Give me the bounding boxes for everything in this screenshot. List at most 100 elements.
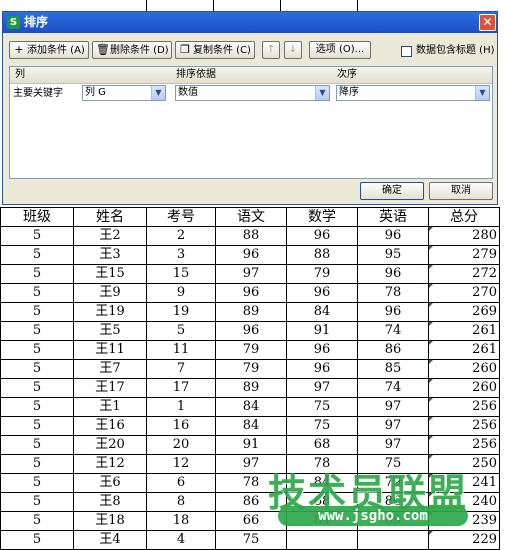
table-cell[interactable]: 96	[357, 226, 429, 246]
table-cell[interactable]: 97	[286, 378, 358, 398]
table-cell[interactable]: 240	[428, 492, 500, 512]
table-cell[interactable]: 96	[215, 321, 287, 341]
table-cell[interactable]: 256	[428, 435, 500, 455]
table-cell[interactable]: 89	[215, 302, 287, 322]
table-cell[interactable]: 11	[146, 340, 216, 360]
table-cell[interactable]: 5	[0, 397, 74, 417]
table-cell[interactable]: 74	[357, 321, 429, 341]
table-cell[interactable]: 王7	[73, 359, 147, 379]
table-cell[interactable]: 68	[286, 492, 358, 512]
cancel-button[interactable]: 取消	[429, 182, 493, 200]
table-cell[interactable]: 4	[146, 530, 216, 550]
table-cell[interactable]: 261	[428, 321, 500, 341]
table-cell[interactable]: 269	[428, 302, 500, 322]
table-cell[interactable]: 91	[286, 321, 358, 341]
table-cell[interactable]: 89	[215, 378, 287, 398]
table-cell[interactable]: 78	[357, 283, 429, 303]
table-cell[interactable]: 5	[0, 321, 74, 341]
table-cell[interactable]: 89	[357, 511, 429, 531]
table-cell[interactable]: 3	[146, 245, 216, 265]
table-cell[interactable]: 6	[146, 473, 216, 493]
table-cell[interactable]: 王12	[73, 454, 147, 474]
table-cell[interactable]: 王8	[73, 492, 147, 512]
table-cell[interactable]: 239	[428, 511, 500, 531]
table-cell[interactable]: 王19	[73, 302, 147, 322]
table-cell[interactable]: 5	[0, 359, 74, 379]
table-cell[interactable]: 5	[0, 473, 74, 493]
table-cell[interactable]: 250	[428, 454, 500, 474]
move-up-button[interactable]: ↑	[262, 41, 280, 59]
table-cell[interactable]: 279	[428, 245, 500, 265]
table-cell[interactable]: 1	[146, 397, 216, 417]
table-cell[interactable]: 280	[428, 226, 500, 246]
table-cell[interactable]: 15	[146, 264, 216, 284]
column-header-cell[interactable]: 姓名	[73, 207, 147, 227]
table-cell[interactable]: 96	[357, 264, 429, 284]
table-cell[interactable]: 79	[357, 473, 429, 493]
delete-condition-button[interactable]: 🗑删除条件 (D)	[92, 41, 172, 59]
table-cell[interactable]: 5	[0, 454, 74, 474]
table-cell[interactable]: 王6	[73, 473, 147, 493]
table-cell[interactable]: 5	[0, 435, 74, 455]
table-cell[interactable]: 84	[215, 397, 287, 417]
table-cell[interactable]: 260	[428, 378, 500, 398]
table-cell[interactable]: 84	[215, 416, 287, 436]
table-cell[interactable]: 17	[146, 378, 216, 398]
table-cell[interactable]: 20	[146, 435, 216, 455]
table-cell[interactable]: 王11	[73, 340, 147, 360]
table-cell[interactable]: 王20	[73, 435, 147, 455]
table-cell[interactable]: 75	[286, 397, 358, 417]
table-cell[interactable]: 88	[215, 226, 287, 246]
table-cell[interactable]: 19	[146, 302, 216, 322]
options-button[interactable]: 选项 (O)...	[309, 41, 371, 59]
table-cell[interactable]: 97	[215, 264, 287, 284]
table-cell[interactable]: 王3	[73, 245, 147, 265]
table-cell[interactable]: 78	[215, 473, 287, 493]
table-cell[interactable]: 5	[0, 530, 74, 550]
close-button[interactable]: ✕	[479, 14, 496, 31]
title-bar[interactable]: S 排序 ✕	[3, 12, 497, 33]
table-cell[interactable]: 272	[428, 264, 500, 284]
add-condition-button[interactable]: + 添加条件 (A)	[9, 41, 89, 59]
order-select[interactable]: 降序 ▼	[336, 85, 490, 101]
table-cell[interactable]: 王2	[73, 226, 147, 246]
table-cell[interactable]: 78	[286, 454, 358, 474]
table-cell[interactable]: 256	[428, 397, 500, 417]
table-cell[interactable]: 12	[146, 454, 216, 474]
table-cell[interactable]: 270	[428, 283, 500, 303]
column-header-cell[interactable]: 考号	[146, 207, 216, 227]
table-cell[interactable]: 97	[215, 454, 287, 474]
table-cell[interactable]: 96	[286, 226, 358, 246]
table-cell[interactable]: 5	[0, 492, 74, 512]
table-cell[interactable]: 5	[0, 511, 74, 531]
table-cell[interactable]: 241	[428, 473, 500, 493]
table-cell[interactable]: 5	[0, 378, 74, 398]
table-cell[interactable]: 王5	[73, 321, 147, 341]
table-cell[interactable]: 5	[0, 340, 74, 360]
table-cell[interactable]: 5	[0, 226, 74, 246]
table-cell[interactable]: 96	[215, 283, 287, 303]
table-cell[interactable]: 5	[0, 283, 74, 303]
table-cell[interactable]: 256	[428, 416, 500, 436]
column-header-cell[interactable]: 班级	[0, 207, 74, 227]
table-cell[interactable]: 79	[286, 264, 358, 284]
table-cell[interactable]: 王18	[73, 511, 147, 531]
table-cell[interactable]: 85	[357, 359, 429, 379]
table-cell[interactable]: 王15	[73, 264, 147, 284]
table-cell[interactable]: 96	[286, 359, 358, 379]
column-header-cell[interactable]: 语文	[215, 207, 287, 227]
table-cell[interactable]: 96	[357, 302, 429, 322]
table-cell[interactable]: 96	[215, 245, 287, 265]
table-cell[interactable]	[357, 530, 429, 550]
table-cell[interactable]: 261	[428, 340, 500, 360]
table-cell[interactable]: 68	[286, 435, 358, 455]
table-cell[interactable]: 5	[0, 416, 74, 436]
move-down-button[interactable]: ↓	[284, 41, 302, 59]
table-cell[interactable]: 79	[215, 340, 287, 360]
table-cell[interactable]: 95	[357, 245, 429, 265]
table-cell[interactable]: 96	[286, 340, 358, 360]
table-cell[interactable]: 97	[357, 416, 429, 436]
table-cell[interactable]: 96	[286, 283, 358, 303]
table-cell[interactable]: 66	[215, 511, 287, 531]
column-header-cell[interactable]: 总分	[428, 207, 500, 227]
